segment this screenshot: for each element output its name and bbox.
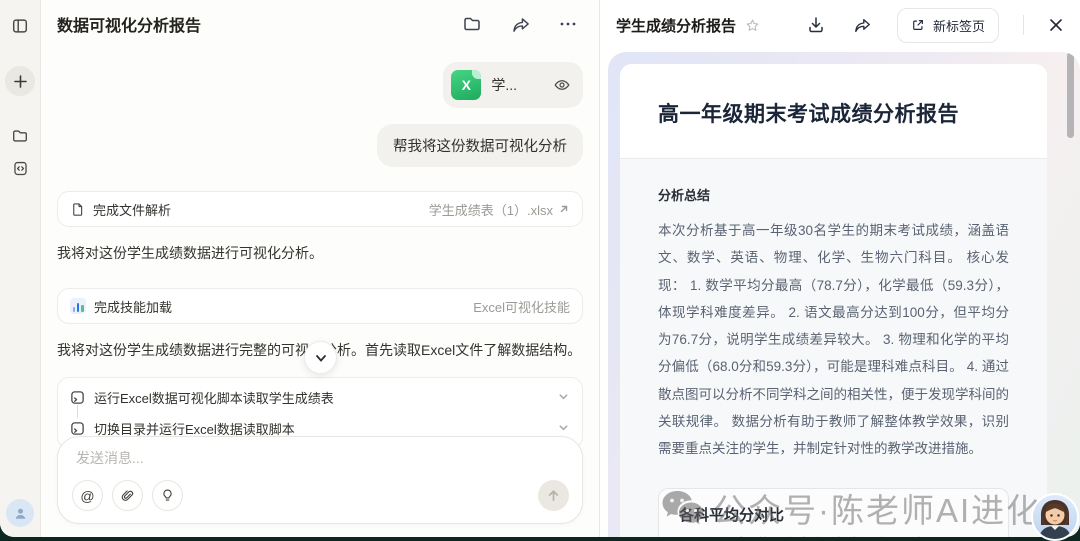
chart-skill-icon: [70, 298, 86, 314]
step-label: 完成文件解析: [93, 202, 172, 218]
share-icon[interactable]: [851, 14, 873, 36]
report-content: 分析总结 本次分析基于高一年级30名学生的期末考试成绩，涵盖语文、数学、英语、物…: [620, 159, 1047, 537]
step-skill-loaded[interactable]: 完成技能加载 Excel可视化技能: [57, 288, 583, 324]
task-item[interactable]: 运行Excel数据可视化脚本读取学生成绩表: [70, 382, 570, 413]
new-chat-button[interactable]: [5, 66, 35, 96]
close-icon[interactable]: [1048, 17, 1064, 33]
user-message: 帮我将这份数据可视化分析: [377, 124, 583, 167]
terminal-icon: [71, 422, 84, 435]
external-link-icon: [913, 20, 923, 30]
files-icon[interactable]: [6, 122, 34, 150]
step-label: 完成技能加载: [94, 299, 173, 315]
attach-button[interactable]: [112, 480, 143, 511]
left-rail: [0, 0, 41, 537]
preview-panel: 学生成绩分析报告 新标签页 高一年级期末考试成绩分析报告 分析总结 本次分析基于…: [600, 0, 1080, 537]
message-composer: @: [57, 436, 583, 524]
attachment-chip[interactable]: X 学...: [443, 62, 583, 108]
preview-header: 学生成绩分析报告 新标签页: [600, 0, 1080, 50]
chart-summary-card: 各科平均分对比 展示六门科目的平均成绩，数学平均分最高（78.7分），化学最低（…: [658, 488, 1009, 537]
summary-heading: 分析总结: [658, 188, 711, 203]
task-connector-line: [77, 405, 78, 418]
step-file-name: 学生成绩表（1）.xlsx: [428, 202, 553, 218]
folder-icon[interactable]: [461, 13, 483, 35]
idea-button[interactable]: [152, 480, 183, 511]
preview-eye-icon[interactable]: [553, 76, 571, 94]
attachment-name: 学...: [491, 77, 517, 93]
preview-title: 学生成绩分析报告: [616, 17, 737, 35]
arrow-up-icon: [548, 490, 559, 502]
new-tab-label: 新标签页: [932, 18, 985, 34]
chat-header: 数据可视化分析报告: [41, 0, 599, 48]
report-title-section: 高一年级期末考试成绩分析报告: [620, 64, 1047, 159]
lightbulb-icon: [163, 489, 172, 501]
message-input[interactable]: [76, 450, 564, 466]
scroll-to-bottom-button[interactable]: [304, 341, 337, 374]
report-title: 高一年级期末考试成绩分析报告: [658, 103, 959, 126]
chevron-down-icon[interactable]: [557, 390, 570, 406]
paperclip-icon: [121, 490, 134, 501]
document-icon: [73, 202, 83, 216]
share-icon[interactable]: [509, 13, 531, 35]
scrollbar-thumb[interactable]: [1067, 52, 1074, 138]
send-button[interactable]: [538, 480, 569, 511]
chart-card-desc: 展示六门科目的平均成绩，数学平均分最高（78.7分），化学最低（59.3分），体…: [679, 533, 988, 537]
app-window: 数据可视化分析报告 X 学... 帮我将这份数据可视化分析 完成文件解析 学生成…: [0, 0, 1080, 537]
new-tab-button[interactable]: 新标签页: [896, 7, 999, 43]
download-icon[interactable]: [805, 14, 827, 36]
header-divider: [1023, 15, 1024, 35]
open-link-icon[interactable]: [558, 203, 570, 215]
chat-messages: X 学... 帮我将这份数据可视化分析 完成文件解析 学生成绩表（1）.xlsx…: [41, 48, 599, 449]
chat-panel: 数据可视化分析报告 X 学... 帮我将这份数据可视化分析 完成文件解析 学生成…: [41, 0, 600, 537]
task-label: 运行Excel数据可视化脚本读取学生成绩表: [94, 391, 334, 406]
more-options-icon[interactable]: [557, 13, 579, 35]
chart-card-title: 各科平均分对比: [679, 507, 785, 525]
step-file-parsed[interactable]: 完成文件解析 学生成绩表（1）.xlsx: [57, 191, 583, 227]
skill-name: Excel可视化技能: [473, 299, 570, 315]
summary-text: 本次分析基于高一年级30名学生的期末考试成绩，涵盖语文、数学、英语、物理、化学、…: [658, 223, 1009, 457]
sidebar-toggle-icon[interactable]: [6, 12, 34, 40]
mention-button[interactable]: @: [72, 480, 103, 511]
report-document: 高一年级期末考试成绩分析报告 分析总结 本次分析基于高一年级30名学生的期末考试…: [620, 64, 1047, 537]
excel-file-icon: X: [451, 70, 482, 100]
report-viewport: 高一年级期末考试成绩分析报告 分析总结 本次分析基于高一年级30名学生的期末考试…: [608, 52, 1080, 537]
author-avatar-photo: [1031, 493, 1079, 541]
star-icon[interactable]: [745, 18, 760, 33]
code-file-icon[interactable]: [6, 154, 34, 182]
assistant-message: 我将对这份学生成绩数据进行可视化分析。: [57, 245, 323, 261]
chat-title: 数据可视化分析报告: [57, 18, 202, 35]
terminal-icon: [71, 391, 84, 404]
user-avatar[interactable]: [6, 499, 34, 527]
chevron-down-icon[interactable]: [557, 421, 570, 437]
